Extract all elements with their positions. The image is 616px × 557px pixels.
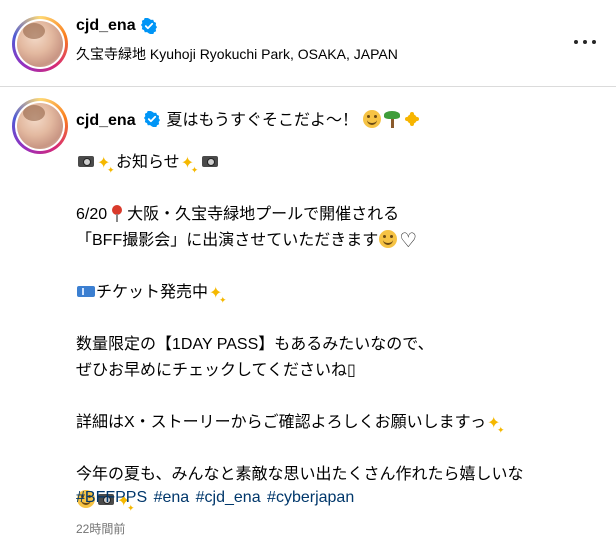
hashtag-list: #BFFPPS #ena #cjd_ena #cyberjapan <box>76 489 356 507</box>
caption-first-line: cjd_ena 夏はもうすぐそこだよ〜！ <box>76 106 422 130</box>
camera-emoji-icon <box>77 152 95 170</box>
caption-line: チケット発売中 <box>76 280 606 314</box>
smile-emoji-icon <box>363 110 382 128</box>
verified-badge-icon <box>144 111 161 127</box>
sparkles-emoji-icon <box>209 280 227 314</box>
caption-line: 今年の夏も、みんなと素敵な思い出たくさん作れたら嬉しいな <box>76 466 524 483</box>
location-link[interactable]: 久宝寺緑地 Kyuhoji Ryokuchi Park, OSAKA, JAPA… <box>76 44 398 64</box>
verified-badge-icon <box>141 18 157 34</box>
heart-emoji-icon <box>399 227 417 253</box>
hashtag-link[interactable]: #cyberjapan <box>267 489 354 506</box>
caption-line: 数量限定の【1DAY PASS】もあるみたいなので、 <box>76 336 434 353</box>
caption-text: 夏はもうすぐそこだよ〜！ <box>166 112 359 129</box>
caption-body: お知らせ 6/20大阪・久宝寺緑地プールで開催される 「BFF撮影会」に出演させ… <box>76 150 606 522</box>
pin-emoji-icon <box>108 204 126 222</box>
caption-line: お知らせ <box>76 150 606 184</box>
more-horizontal-icon <box>574 40 578 44</box>
sparkles-emoji-icon <box>181 150 199 184</box>
caption-line: 「BFF撮影会」に出演させていただきます <box>76 227 606 254</box>
smile-emoji-icon <box>379 230 398 248</box>
sun-emoji-icon <box>403 110 421 128</box>
sparkles-emoji-icon <box>97 150 115 184</box>
header-username[interactable]: cjd_ena <box>76 17 136 35</box>
camera-emoji-icon <box>201 152 219 170</box>
caption-avatar[interactable] <box>12 98 68 154</box>
caption-line: 6/20 大阪・久宝寺緑地プールで開催される <box>76 204 400 223</box>
avatar[interactable] <box>12 16 68 72</box>
hashtag-link[interactable]: #BFFPPS <box>76 489 147 506</box>
caption-username[interactable]: cjd_ena <box>76 112 136 129</box>
post-timestamp[interactable]: 22時間前 <box>76 520 125 537</box>
ticket-emoji-icon <box>77 282 95 300</box>
more-options-button[interactable] <box>574 34 596 50</box>
avatar-photo <box>17 21 63 67</box>
caption-line: ぜひお早めにチェックしてくださいね▯ <box>76 362 356 379</box>
post-header: cjd_ena 久宝寺緑地 Kyuhoji Ryokuchi Park, OSA… <box>0 0 616 87</box>
hashtag-link[interactable]: #cjd_ena <box>196 489 261 506</box>
sparkles-emoji-icon <box>487 410 505 444</box>
caption-line: 詳細はX・ストーリーからご確認よろしくお願いしますっ <box>76 410 606 444</box>
hashtag-link[interactable]: #ena <box>154 489 190 506</box>
palm-tree-emoji-icon <box>383 110 401 128</box>
